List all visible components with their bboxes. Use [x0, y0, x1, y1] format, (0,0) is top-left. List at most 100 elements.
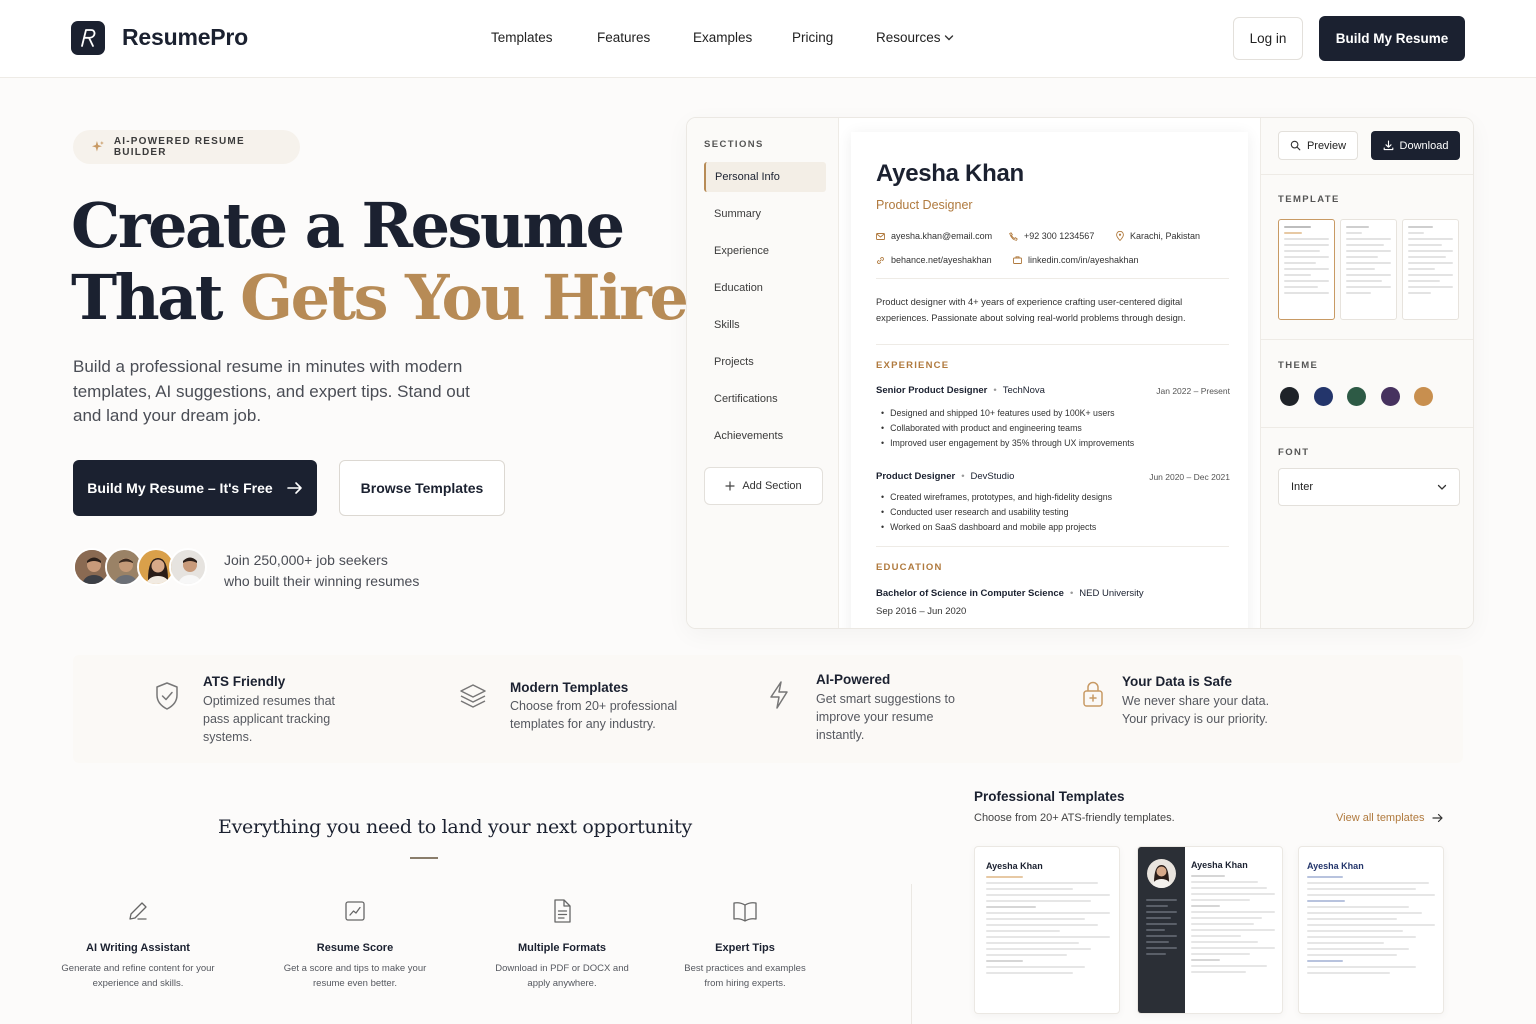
theme-swatch-green[interactable] — [1347, 387, 1366, 406]
education-line: Bachelor of Science in Computer Science •… — [876, 588, 1144, 599]
resume-role: Product Designer — [876, 198, 973, 212]
headline-that: That — [71, 261, 241, 334]
template-card-dark-sidebar[interactable]: Ayesha Khan — [1137, 846, 1283, 1014]
build-free-button[interactable]: Build My Resume – It's Free — [73, 460, 317, 516]
template-card-blue[interactable]: Ayesha Khan — [1298, 846, 1444, 1014]
tool-resume-score-desc: Get a score and tips to make your resume… — [283, 963, 427, 989]
feature-ai-title: AI-Powered — [816, 672, 891, 687]
layers-icon — [460, 684, 486, 708]
logo-mark[interactable] — [71, 21, 105, 55]
divider — [1261, 339, 1473, 340]
section-skills[interactable]: Skills — [704, 310, 826, 340]
template-card-classic[interactable]: Ayesha Khan — [974, 846, 1120, 1014]
template-thumb-2[interactable] — [1340, 219, 1397, 320]
logo-r-icon — [81, 29, 96, 47]
person-icon — [1151, 865, 1172, 888]
user-avatars — [73, 548, 213, 588]
theme-swatch-black[interactable] — [1280, 387, 1299, 406]
list-item: Improved user engagement by 35% through … — [881, 436, 1134, 451]
section-personal-info[interactable]: Personal Info — [704, 162, 826, 192]
section-projects[interactable]: Projects — [704, 347, 826, 377]
tool-resume-score-title: Resume Score — [316, 942, 394, 954]
feature-ats-desc: Optimized resumes that pass applicant tr… — [203, 694, 335, 744]
feature-safe-desc: We never share your data. Your privacy i… — [1122, 694, 1270, 726]
lock-icon — [1083, 681, 1103, 707]
theme-swatch-gold[interactable] — [1414, 387, 1433, 406]
job-1-title: Senior Product Designer — [876, 385, 988, 396]
tool-ai-writing-title: AI Writing Assistant — [86, 942, 190, 954]
arrow-right-icon — [286, 482, 302, 494]
template-thumb-1[interactable] — [1278, 219, 1335, 320]
top-nav: ResumePro Templates Features Examples Pr… — [0, 0, 1536, 78]
job-2-company: DevStudio — [970, 471, 1015, 482]
headline-highlight: Gets You Hired — [240, 261, 730, 334]
contact-phone: +92 300 1234567 — [1009, 231, 1094, 241]
add-section-label: Add Section — [742, 480, 802, 492]
template-thumb-3[interactable] — [1402, 219, 1459, 320]
job-1-bullets: Designed and shipped 10+ features used b… — [881, 406, 1134, 451]
font-select[interactable]: Inter — [1278, 468, 1460, 506]
search-icon — [1290, 140, 1301, 151]
section-certifications[interactable]: Certifications — [704, 384, 826, 414]
download-icon — [1383, 140, 1393, 151]
social-proof: Join 250,000+ job seekers who built thei… — [224, 550, 419, 592]
section-experience[interactable]: Experience — [704, 236, 826, 266]
book-icon — [733, 902, 757, 922]
tool-expert-tips-desc: Best practices and examples from hiring … — [684, 963, 806, 989]
list-item: Collaborated with product and engineerin… — [881, 421, 1134, 436]
contact-linkedin: linkedin.com/in/ayeshakhan — [1013, 255, 1139, 265]
sparkle-icon — [91, 141, 104, 152]
feature-templates-title: Modern Templates — [510, 680, 629, 695]
feature-templates-desc: Choose from 20+ professional templates f… — [510, 699, 678, 731]
template-card-content — [986, 876, 1110, 978]
hero-headline: Create a Resume That Gets You Hired — [71, 190, 730, 334]
add-section-button[interactable]: Add Section — [704, 467, 823, 505]
tool-expert-tips-title: Expert Tips — [715, 942, 775, 954]
arrow-right-icon — [1432, 813, 1444, 823]
nav-features[interactable]: Features — [597, 30, 650, 45]
resume-document: Ayesha Khan Product Designer ayesha.khan… — [851, 132, 1248, 628]
sections-heading: SECTIONS — [704, 139, 764, 150]
feature-ats-title: ATS Friendly — [203, 674, 286, 689]
section-summary[interactable]: Summary — [704, 199, 826, 229]
job-2-title: Product Designer — [876, 471, 956, 482]
contact-behance: behance.net/ayeshakhan — [876, 255, 992, 265]
build-resume-button[interactable]: Build My Resume — [1319, 16, 1465, 61]
theme-swatch-purple[interactable] — [1381, 387, 1400, 406]
contact-location: Karachi, Pakistan — [1116, 231, 1200, 241]
nav-pricing[interactable]: Pricing — [792, 30, 833, 45]
tool-formats-title: Multiple Formats — [517, 942, 606, 954]
template-card-name: Ayesha Khan — [1307, 861, 1364, 871]
hero-subtitle: Build a professional resume in minutes w… — [73, 357, 470, 425]
section-education[interactable]: Education — [704, 273, 826, 303]
section-divider — [911, 884, 912, 1024]
list-item: Worked on SaaS dashboard and mobile app … — [881, 520, 1112, 535]
preview-button[interactable]: Preview — [1278, 131, 1358, 160]
section-achievements[interactable]: Achievements — [704, 421, 826, 451]
template-card-content — [1191, 875, 1275, 977]
template-card-name: Ayesha Khan — [986, 861, 1043, 871]
avatar — [1147, 859, 1176, 888]
job-2-dates: Jun 2020 – Dec 2021 — [1149, 472, 1230, 482]
theme-swatch-navy[interactable] — [1314, 387, 1333, 406]
nav-examples[interactable]: Examples — [693, 30, 752, 45]
view-all-label: View all templates — [1336, 812, 1425, 824]
browse-templates-button[interactable]: Browse Templates — [339, 460, 505, 516]
preview-label: Preview — [1306, 139, 1347, 152]
download-button[interactable]: Download — [1371, 131, 1460, 160]
chevron-down-icon[interactable] — [944, 34, 954, 42]
link-icon — [877, 256, 884, 264]
tool-ai-writing-desc: Generate and refine content for your exp… — [61, 963, 215, 989]
location-text: Karachi, Pakistan — [1130, 231, 1201, 241]
nav-resources[interactable]: Resources — [876, 30, 941, 45]
nav-templates[interactable]: Templates — [491, 30, 553, 45]
login-button[interactable]: Log in — [1233, 17, 1303, 60]
job-1-company: TechNova — [1002, 385, 1045, 396]
template-card-name: Ayesha Khan — [1191, 860, 1248, 870]
list-item: Created wireframes, prototypes, and high… — [881, 490, 1112, 505]
heading-underline — [410, 857, 438, 859]
brand-name[interactable]: ResumePro — [122, 24, 248, 51]
divider — [876, 278, 1229, 279]
pro-templates-subtitle: Choose from 20+ ATS-friendly templates. — [974, 812, 1175, 824]
view-all-templates-link[interactable]: View all templates — [1336, 812, 1444, 824]
